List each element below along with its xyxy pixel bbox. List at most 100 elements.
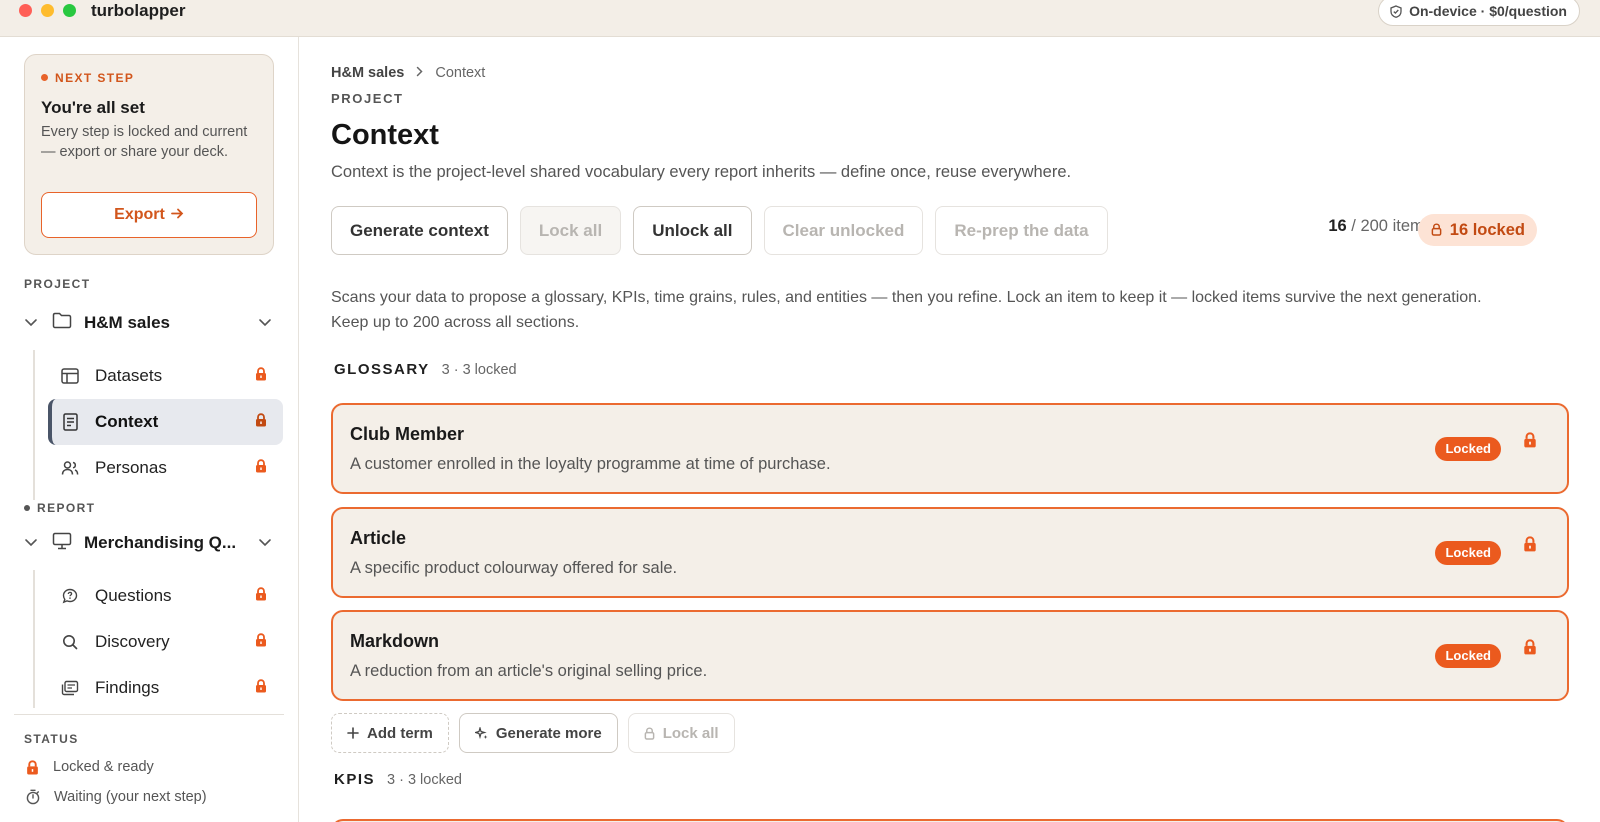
- section-meta: 3 · 3 locked: [441, 362, 517, 378]
- glossary-lock-all-label: Lock all: [662, 724, 719, 742]
- generate-context-button[interactable]: Generate context: [331, 206, 508, 255]
- status-section-label: STATUS: [24, 732, 79, 746]
- section-title: GLOSSARY: [334, 361, 430, 378]
- locked-badge: Locked: [1435, 541, 1501, 565]
- status-dot: [24, 505, 30, 511]
- plus-icon: [347, 727, 359, 739]
- glossary-actions: Add term Generate more Lock all: [331, 713, 735, 753]
- search-icon: [60, 632, 80, 652]
- main-content: H&M sales Context PROJECT Context Contex…: [300, 37, 1600, 822]
- project-menu-chevron-icon[interactable]: [258, 314, 276, 332]
- status-item-locked: Locked & ready: [26, 759, 154, 775]
- sidebar-item-label: Datasets: [95, 366, 163, 385]
- app-name: turbolapper: [91, 1, 186, 20]
- sidebar-item-context[interactable]: Context: [48, 399, 283, 445]
- report-tree-header[interactable]: Merchandising Q...: [24, 523, 276, 563]
- status-item-waiting: Waiting (your next step): [26, 789, 207, 805]
- lock-icon: [255, 632, 269, 652]
- tree-connector: [33, 570, 35, 708]
- sidebar-item-label: Findings: [95, 678, 160, 697]
- breadcrumb: H&M sales Context: [331, 65, 485, 81]
- sidebar-item-label: Questions: [95, 586, 172, 605]
- timer-icon: [26, 789, 40, 805]
- lock-icon: [255, 458, 269, 478]
- status-item-label: Waiting (your next step): [54, 789, 207, 805]
- report-name: Merchandising Q...: [84, 533, 237, 552]
- page-subtitle: Context is the project-level shared voca…: [331, 163, 1072, 181]
- status-dot: [41, 74, 48, 81]
- breadcrumb-project-link[interactable]: H&M sales: [331, 65, 404, 81]
- maximize-window-button[interactable]: [63, 4, 76, 17]
- project-section-label: PROJECT: [24, 277, 91, 291]
- status-item-label: Locked & ready: [53, 759, 154, 775]
- sidebar-item-datasets[interactable]: Datasets: [48, 353, 283, 399]
- context-toolbar: Generate context Lock all Unlock all Cle…: [331, 206, 1108, 255]
- on-device-badge-label: On-device · $0/question: [1409, 3, 1567, 19]
- page-eyebrow: PROJECT: [331, 91, 404, 106]
- glossary-term-name: Markdown: [350, 631, 440, 651]
- sidebar-item-label: Discovery: [95, 632, 170, 651]
- lock-icon: [255, 586, 269, 606]
- export-button-label: Export: [114, 206, 165, 223]
- lock-all-button[interactable]: Lock all: [519, 206, 622, 255]
- monitor-icon: [52, 532, 74, 555]
- breadcrumb-current: Context: [435, 65, 486, 81]
- glossary-term-description: A reduction from an article's original s…: [350, 662, 708, 680]
- chevron-down-icon[interactable]: [24, 534, 42, 552]
- next-step-card: NEXT STEP You're all set Every step is l…: [24, 54, 274, 255]
- sidebar-item-findings[interactable]: Findings: [48, 665, 283, 711]
- minimize-window-button[interactable]: [41, 4, 54, 17]
- title-bar: turbolapper On-device · $0/question: [0, 0, 1600, 37]
- folder-icon: [52, 312, 74, 334]
- lock-icon: [1431, 223, 1442, 236]
- table-icon: [60, 366, 80, 386]
- items-count-current: 16: [1328, 217, 1347, 235]
- lock-icon: [255, 678, 269, 698]
- glossary-term-name: Club Member: [350, 424, 465, 444]
- lock-toggle-icon[interactable]: [1523, 536, 1537, 557]
- lock-toggle-icon[interactable]: [1523, 432, 1537, 453]
- context-intro-text: Scans your data to propose a glossary, K…: [331, 289, 1482, 331]
- clear-unlocked-button[interactable]: Clear unlocked: [763, 206, 924, 255]
- reprep-data-button[interactable]: Re-prep the data: [935, 206, 1108, 255]
- glossary-card[interactable]: Article A specific product colourway off…: [331, 507, 1569, 598]
- glossary-term-name: Article: [350, 528, 407, 548]
- close-window-button[interactable]: [19, 4, 32, 17]
- sidebar-item-questions[interactable]: Questions: [48, 573, 283, 619]
- add-term-button[interactable]: Add term: [331, 713, 449, 753]
- lock-icon: [255, 366, 269, 386]
- unlock-all-button[interactable]: Unlock all: [633, 206, 752, 255]
- sparkle-icon: [474, 726, 488, 739]
- on-device-badge[interactable]: On-device · $0/question: [1378, 0, 1580, 26]
- next-step-title: You're all set: [41, 98, 145, 117]
- generate-more-button[interactable]: Generate more: [458, 713, 618, 753]
- chevron-down-icon[interactable]: [24, 314, 42, 332]
- glossary-lock-all-button[interactable]: Lock all: [627, 713, 735, 753]
- locked-badge: Locked: [1435, 644, 1501, 668]
- add-term-label: Add term: [367, 724, 433, 742]
- page-title: Context: [331, 119, 439, 151]
- glossary-term-description: A customer enrolled in the loyalty progr…: [350, 455, 831, 473]
- users-icon: [60, 458, 80, 478]
- sidebar-item-label: Context: [95, 412, 159, 431]
- glossary-section-header: GLOSSARY 3 · 3 locked: [334, 361, 517, 378]
- shield-check-icon: [1390, 5, 1402, 18]
- locked-count-badge: 16 locked: [1417, 214, 1537, 246]
- next-step-description: Every step is locked and current — expor…: [41, 124, 248, 160]
- next-step-label: NEXT STEP: [41, 71, 134, 85]
- lock-toggle-icon[interactable]: [1523, 639, 1537, 660]
- export-button[interactable]: Export: [41, 192, 257, 238]
- lock-icon: [644, 726, 655, 740]
- sidebar-item-discovery[interactable]: Discovery: [48, 619, 283, 665]
- chat-question-icon: [60, 586, 80, 606]
- cards-icon: [60, 678, 80, 698]
- glossary-card[interactable]: Club Member A customer enrolled in the l…: [331, 403, 1569, 494]
- glossary-card[interactable]: Markdown A reduction from an article's o…: [331, 610, 1569, 701]
- items-count: 16 / 200 items: [1328, 217, 1432, 236]
- section-meta: 3 · 3 locked: [387, 772, 462, 788]
- report-menu-chevron-icon[interactable]: [258, 534, 276, 552]
- sidebar-item-personas[interactable]: Personas: [48, 445, 283, 491]
- locked-badge: Locked: [1435, 437, 1501, 461]
- locked-count-label: 16 locked: [1449, 221, 1525, 239]
- project-tree-header[interactable]: H&M sales: [24, 303, 276, 343]
